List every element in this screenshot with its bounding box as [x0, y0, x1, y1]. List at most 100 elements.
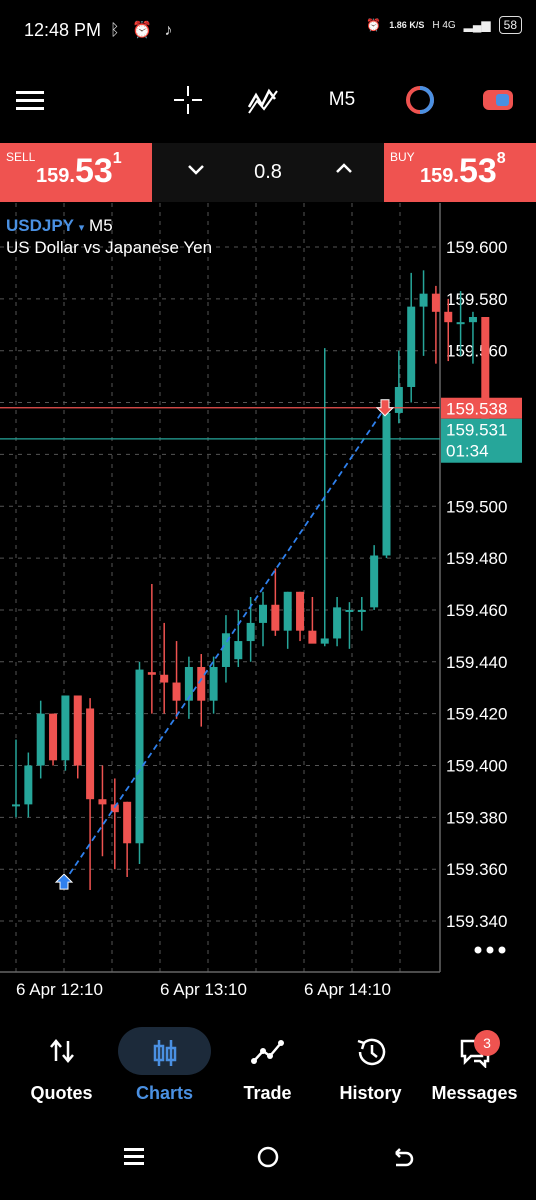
x-tick-label: 6 Apr 13:10 — [160, 980, 247, 999]
symbol-caret-icon: ▾ — [78, 222, 85, 234]
bar-countdown-label: 01:34 — [446, 442, 489, 461]
buy-label: BUY — [390, 150, 415, 164]
candle-body — [36, 713, 45, 766]
y-tick-label: 159.420 — [446, 705, 507, 724]
battery-icon: 58 — [498, 16, 522, 34]
x-tick-label: 6 Apr 12:10 — [16, 980, 103, 999]
candle-body — [234, 641, 243, 660]
y-tick-label: 159.440 — [446, 653, 507, 672]
y-tick-label: 159.360 — [446, 860, 507, 879]
indicators-icon[interactable] — [244, 70, 284, 130]
candle-body — [419, 293, 428, 307]
candle-body — [394, 386, 403, 413]
candle-body — [308, 630, 317, 644]
status-bar: 12:48 PM ᛒ ⏰ ♪ ⏰ 1.86 K/S H 4G ▂▄▆ 58 — [0, 0, 536, 60]
candle-body — [12, 804, 20, 807]
candle-body — [357, 609, 366, 612]
y-tick-label: 159.480 — [446, 549, 507, 568]
nav-charts-label: Charts — [135, 1083, 193, 1103]
home-icon[interactable] — [256, 1145, 280, 1174]
bid-price-label: 159.531 — [446, 421, 507, 440]
chart-symbol[interactable]: USDJPY ▾ M5 — [6, 216, 113, 236]
candle-body — [333, 607, 342, 639]
nav-trade-label: Trade — [243, 1083, 292, 1103]
buy-price: 159.538 — [420, 150, 506, 190]
candle-body — [86, 708, 95, 800]
price-chart[interactable]: 159.600159.580159.560159.520159.500159.4… — [0, 203, 536, 1025]
candle-body — [98, 799, 107, 805]
candle-body — [320, 638, 329, 644]
y-tick-label: 159.400 — [446, 757, 507, 776]
nav-charts[interactable]: Charts — [111, 1030, 218, 1110]
alarm-icon: ⏰ — [366, 18, 382, 32]
y-tick-label: 159.580 — [446, 290, 507, 309]
candle-body — [172, 682, 181, 701]
volume-control: 0.8 — [152, 143, 384, 202]
y-tick-label: 159.380 — [446, 808, 507, 827]
candle-body — [73, 695, 82, 766]
y-tick-label: 159.600 — [446, 238, 507, 257]
candle-body — [259, 604, 267, 623]
nav-quotes-label: Quotes — [30, 1083, 93, 1103]
candle-body — [345, 609, 354, 612]
candle-body — [444, 311, 453, 323]
candles-icon — [111, 1036, 218, 1070]
one-click-trading-icon[interactable] — [400, 70, 440, 130]
crosshair-icon[interactable] — [170, 70, 206, 130]
more-options-icon[interactable] — [472, 940, 508, 965]
candle-body — [407, 306, 416, 387]
network-indicator: H 4G — [432, 19, 456, 31]
candle-body — [197, 666, 206, 701]
candle-body — [24, 765, 33, 805]
sell-price: 159.531 — [36, 150, 122, 190]
candle-body — [456, 322, 465, 325]
symbol-description: US Dollar vs Japanese Yen — [6, 238, 213, 257]
nav-messages-label: Messages — [431, 1083, 518, 1103]
y-tick-label: 159.460 — [446, 601, 507, 620]
candle-body — [49, 713, 58, 761]
candle-body — [209, 666, 218, 701]
net-speed: 1.86 K/S — [389, 20, 425, 30]
account-toggle-icon[interactable] — [478, 70, 518, 130]
candle-body — [468, 316, 477, 323]
back-icon[interactable] — [390, 1145, 414, 1174]
timeframe-button[interactable]: M5 — [318, 70, 366, 130]
arrows-updown-icon — [8, 1036, 115, 1066]
symbol-timeframe: M5 — [89, 216, 113, 235]
candle-body — [296, 591, 305, 631]
candle-body — [123, 801, 132, 844]
one-click-trade-bar: SELL 159.531 0.8 BUY 159.538 — [0, 143, 536, 202]
status-time: 12:48 PM — [24, 20, 102, 40]
y-tick-label: 159.340 — [446, 912, 507, 931]
messages-badge: 3 — [474, 1030, 500, 1056]
volume-increase-icon[interactable] — [332, 157, 356, 186]
candle-body — [283, 591, 292, 631]
candle-body — [184, 666, 193, 701]
trade-icon — [214, 1036, 321, 1066]
sell-label: SELL — [6, 150, 36, 164]
candle-body — [370, 555, 379, 608]
buy-button[interactable]: BUY 159.538 — [384, 143, 536, 202]
status-right: ⏰ 1.86 K/S H 4G ▂▄▆ 58 — [366, 16, 522, 34]
candle-body — [431, 293, 440, 312]
menu-icon[interactable] — [10, 70, 50, 130]
candle-body — [382, 412, 391, 556]
candle-body — [147, 672, 156, 675]
y-tick-label: 159.500 — [446, 497, 507, 516]
nav-quotes[interactable]: Quotes — [8, 1030, 115, 1110]
signal-icon: ▂▄▆ — [463, 18, 491, 32]
candle-body — [246, 622, 255, 642]
nav-history[interactable]: History — [317, 1030, 424, 1110]
nav-history-label: History — [339, 1083, 402, 1103]
history-icon — [317, 1036, 424, 1068]
candle-body — [160, 674, 169, 683]
ask-price-label: 159.538 — [446, 400, 507, 419]
sell-button[interactable]: SELL 159.531 — [0, 143, 152, 202]
nav-trade[interactable]: Trade — [214, 1030, 321, 1110]
x-tick-label: 6 Apr 14:10 — [304, 980, 391, 999]
recent-apps-icon[interactable] — [122, 1145, 146, 1174]
candle-body — [61, 695, 70, 761]
candle-body — [271, 604, 280, 631]
candle-body — [135, 669, 144, 844]
symbol-name: USDJPY — [6, 216, 75, 235]
